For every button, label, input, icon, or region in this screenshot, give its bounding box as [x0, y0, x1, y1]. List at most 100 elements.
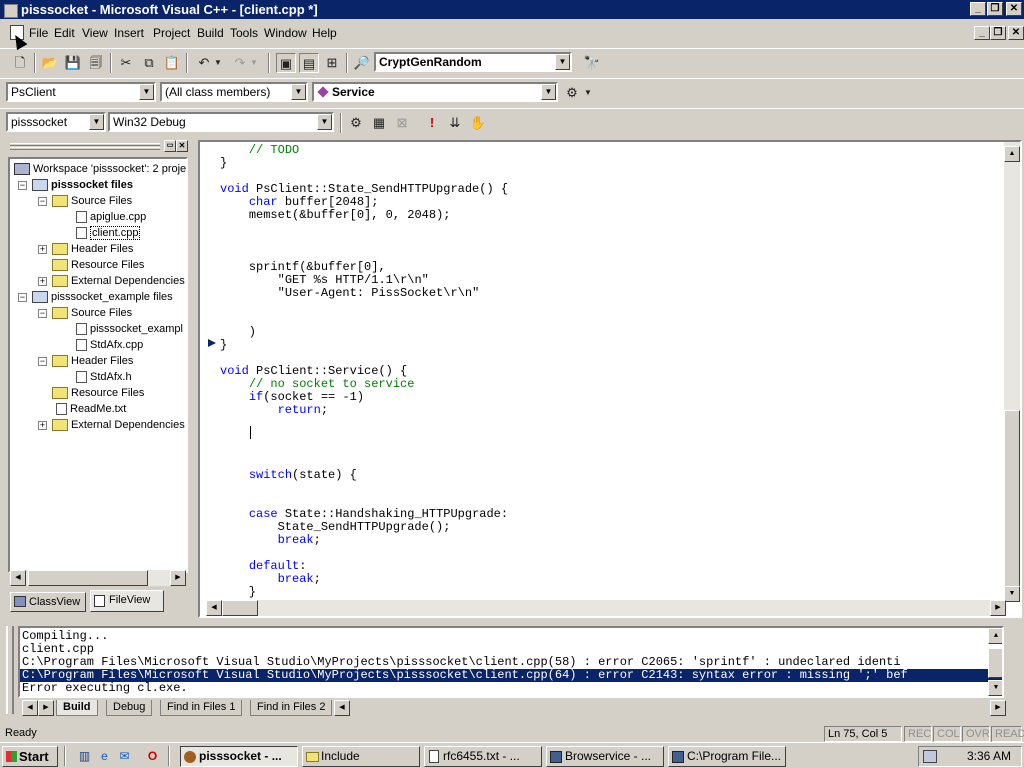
- chevron-down-icon[interactable]: ▼: [555, 54, 570, 70]
- tree-item-folder[interactable]: Header Files: [52, 353, 133, 369]
- tree-item-file[interactable]: apiglue.cpp: [76, 209, 146, 225]
- tree-item-folder[interactable]: External Dependencies: [52, 417, 185, 433]
- menu-tools[interactable]: Tools: [230, 26, 258, 40]
- class-combo[interactable]: PsClient ▼: [6, 82, 156, 102]
- code-line[interactable]: }: [220, 157, 227, 170]
- output-window-icon[interactable]: ▤: [299, 53, 319, 73]
- scroll-right-icon[interactable]: ▶: [990, 700, 1006, 716]
- scroll-thumb[interactable]: [222, 600, 258, 616]
- open-icon[interactable]: 📂: [40, 53, 60, 73]
- scroll-left-icon[interactable]: ◀: [334, 700, 350, 716]
- window-list-icon[interactable]: ⊞: [322, 53, 342, 73]
- tree-item-folder[interactable]: Source Files: [52, 305, 132, 321]
- tree-item-workspace[interactable]: Workspace 'pisssocket': 2 proje: [14, 161, 186, 177]
- save-all-icon[interactable]: 🗐: [86, 53, 106, 73]
- collapse-icon[interactable]: −: [18, 293, 27, 302]
- workspace-horizontal-scrollbar[interactable]: ◀ ▶: [10, 570, 186, 586]
- collapse-icon[interactable]: −: [18, 181, 27, 190]
- tree-item-file[interactable]: pisssocket_exampl: [76, 321, 183, 337]
- tree-item-folder[interactable]: External Dependencies: [52, 273, 185, 289]
- scroll-up-icon[interactable]: ▲: [988, 628, 1002, 644]
- execute-icon[interactable]: !: [422, 113, 442, 133]
- tab-find-in-files-2[interactable]: Find in Files 2: [250, 700, 333, 716]
- code-line[interactable]: // TODO: [220, 144, 299, 157]
- tab-scroll-left-icon[interactable]: ◀: [22, 700, 38, 716]
- network-tray-icon[interactable]: [923, 750, 937, 763]
- workspace-window-icon[interactable]: ▣: [276, 53, 296, 73]
- menu-insert[interactable]: Insert: [114, 26, 144, 40]
- filter-combo[interactable]: (All class members) ▼: [160, 82, 308, 102]
- paste-icon[interactable]: 📋: [162, 53, 182, 73]
- code-line[interactable]: switch(state) {: [220, 469, 357, 482]
- breakpoint-hand-icon[interactable]: ✋: [468, 113, 488, 133]
- go-icon[interactable]: ⇊: [445, 113, 465, 133]
- menu-view[interactable]: View: [82, 26, 108, 40]
- menu-edit[interactable]: Edit: [54, 26, 75, 40]
- clock[interactable]: 3:36 AM: [967, 749, 1011, 763]
- code-editor[interactable]: // TODO} void PsClient::State_SendHTTPUpg…: [198, 140, 1022, 618]
- opera-icon[interactable]: O: [144, 748, 161, 765]
- editor-vertical-scrollbar[interactable]: ▲ ▼: [1004, 142, 1020, 602]
- expand-icon[interactable]: +: [38, 245, 47, 254]
- wizard-action-icon[interactable]: ⚙: [562, 83, 582, 103]
- new-text-file-icon[interactable]: 🗋: [10, 53, 30, 73]
- mdi-close-button[interactable]: ✕: [1008, 26, 1024, 40]
- minimize-button[interactable]: _: [970, 2, 986, 16]
- editor-horizontal-scrollbar[interactable]: ◀ ▶: [206, 600, 1006, 616]
- tree-item-file[interactable]: StdAfx.h: [76, 369, 132, 385]
- save-icon[interactable]: 💾: [63, 53, 83, 73]
- wizard-action-dropdown-icon[interactable]: ▼: [582, 83, 594, 103]
- stop-build-icon[interactable]: ⊠: [392, 113, 412, 133]
- find-in-files-icon[interactable]: 🔎: [352, 53, 372, 73]
- project-combo[interactable]: pisssocket ▼: [6, 112, 106, 132]
- workspace-grip[interactable]: ▭ ✕: [6, 140, 190, 154]
- copy-icon[interactable]: ⧉: [139, 53, 159, 73]
- task-include[interactable]: Include: [302, 746, 420, 767]
- find-combo[interactable]: CryptGenRandom ▼: [374, 52, 572, 72]
- task-browservice[interactable]: Browservice - ...: [546, 746, 664, 767]
- redo-dropdown-icon[interactable]: ▼: [248, 53, 260, 73]
- tab-find-in-files-1[interactable]: Find in Files 1: [160, 700, 243, 716]
- code-line[interactable]: memset(&buffer[0], 0, 2048);: [220, 209, 451, 222]
- mdi-restore-button[interactable]: ❐: [990, 26, 1006, 40]
- chevron-down-icon[interactable]: ▼: [317, 114, 332, 130]
- outlook-express-icon[interactable]: ✉: [116, 748, 133, 765]
- workspace-restore-button[interactable]: ▭: [164, 140, 176, 152]
- menu-project[interactable]: Project: [153, 26, 190, 40]
- collapse-icon[interactable]: −: [38, 357, 47, 366]
- redo-icon[interactable]: ↷: [230, 53, 250, 73]
- scroll-right-icon[interactable]: ▶: [990, 600, 1006, 616]
- start-button[interactable]: Start: [2, 746, 58, 767]
- tab-scroll-right-icon[interactable]: ▶: [38, 700, 54, 716]
- menu-build[interactable]: Build: [197, 26, 224, 40]
- tab-fileview[interactable]: FileView: [90, 590, 164, 612]
- tree-item-file[interactable]: ReadMe.txt: [56, 401, 126, 417]
- menu-window[interactable]: Window: [264, 26, 307, 40]
- expand-icon[interactable]: +: [38, 421, 47, 430]
- show-desktop-icon[interactable]: ▥: [76, 748, 93, 765]
- output-text[interactable]: Compiling... client.cpp C:\Program Files…: [18, 626, 1004, 698]
- scroll-right-icon[interactable]: ▶: [170, 570, 186, 586]
- chevron-down-icon[interactable]: ▼: [291, 84, 306, 100]
- undo-dropdown-icon[interactable]: ▼: [212, 53, 224, 73]
- code-line[interactable]: break;: [220, 534, 321, 547]
- tree-item-folder[interactable]: Resource Files: [52, 385, 144, 401]
- internet-explorer-icon[interactable]: e: [96, 748, 113, 765]
- build-icon[interactable]: ▦: [369, 113, 389, 133]
- output-grip[interactable]: [6, 626, 14, 714]
- code-line[interactable]: }: [220, 339, 227, 352]
- maximize-button[interactable]: ❐: [987, 2, 1003, 16]
- task-pisssocket[interactable]: pisssocket - ...: [180, 746, 298, 767]
- tree-item-folder[interactable]: Resource Files: [52, 257, 144, 273]
- tab-debug[interactable]: Debug: [106, 700, 153, 716]
- menu-file[interactable]: File: [29, 26, 48, 40]
- mdi-minimize-button[interactable]: _: [974, 26, 990, 40]
- code-line[interactable]: "User-Agent: PissSocket\r\n": [220, 287, 480, 300]
- config-combo[interactable]: Win32 Debug ▼: [108, 112, 334, 132]
- undo-icon[interactable]: ↶: [194, 53, 214, 73]
- tab-build[interactable]: Build: [56, 700, 98, 716]
- task-rfc6455[interactable]: rfc6455.txt - ...: [424, 746, 542, 767]
- scroll-left-icon[interactable]: ◀: [10, 570, 26, 586]
- close-button[interactable]: ✕: [1006, 2, 1022, 16]
- tree-item-file-selected[interactable]: client.cpp: [76, 225, 141, 241]
